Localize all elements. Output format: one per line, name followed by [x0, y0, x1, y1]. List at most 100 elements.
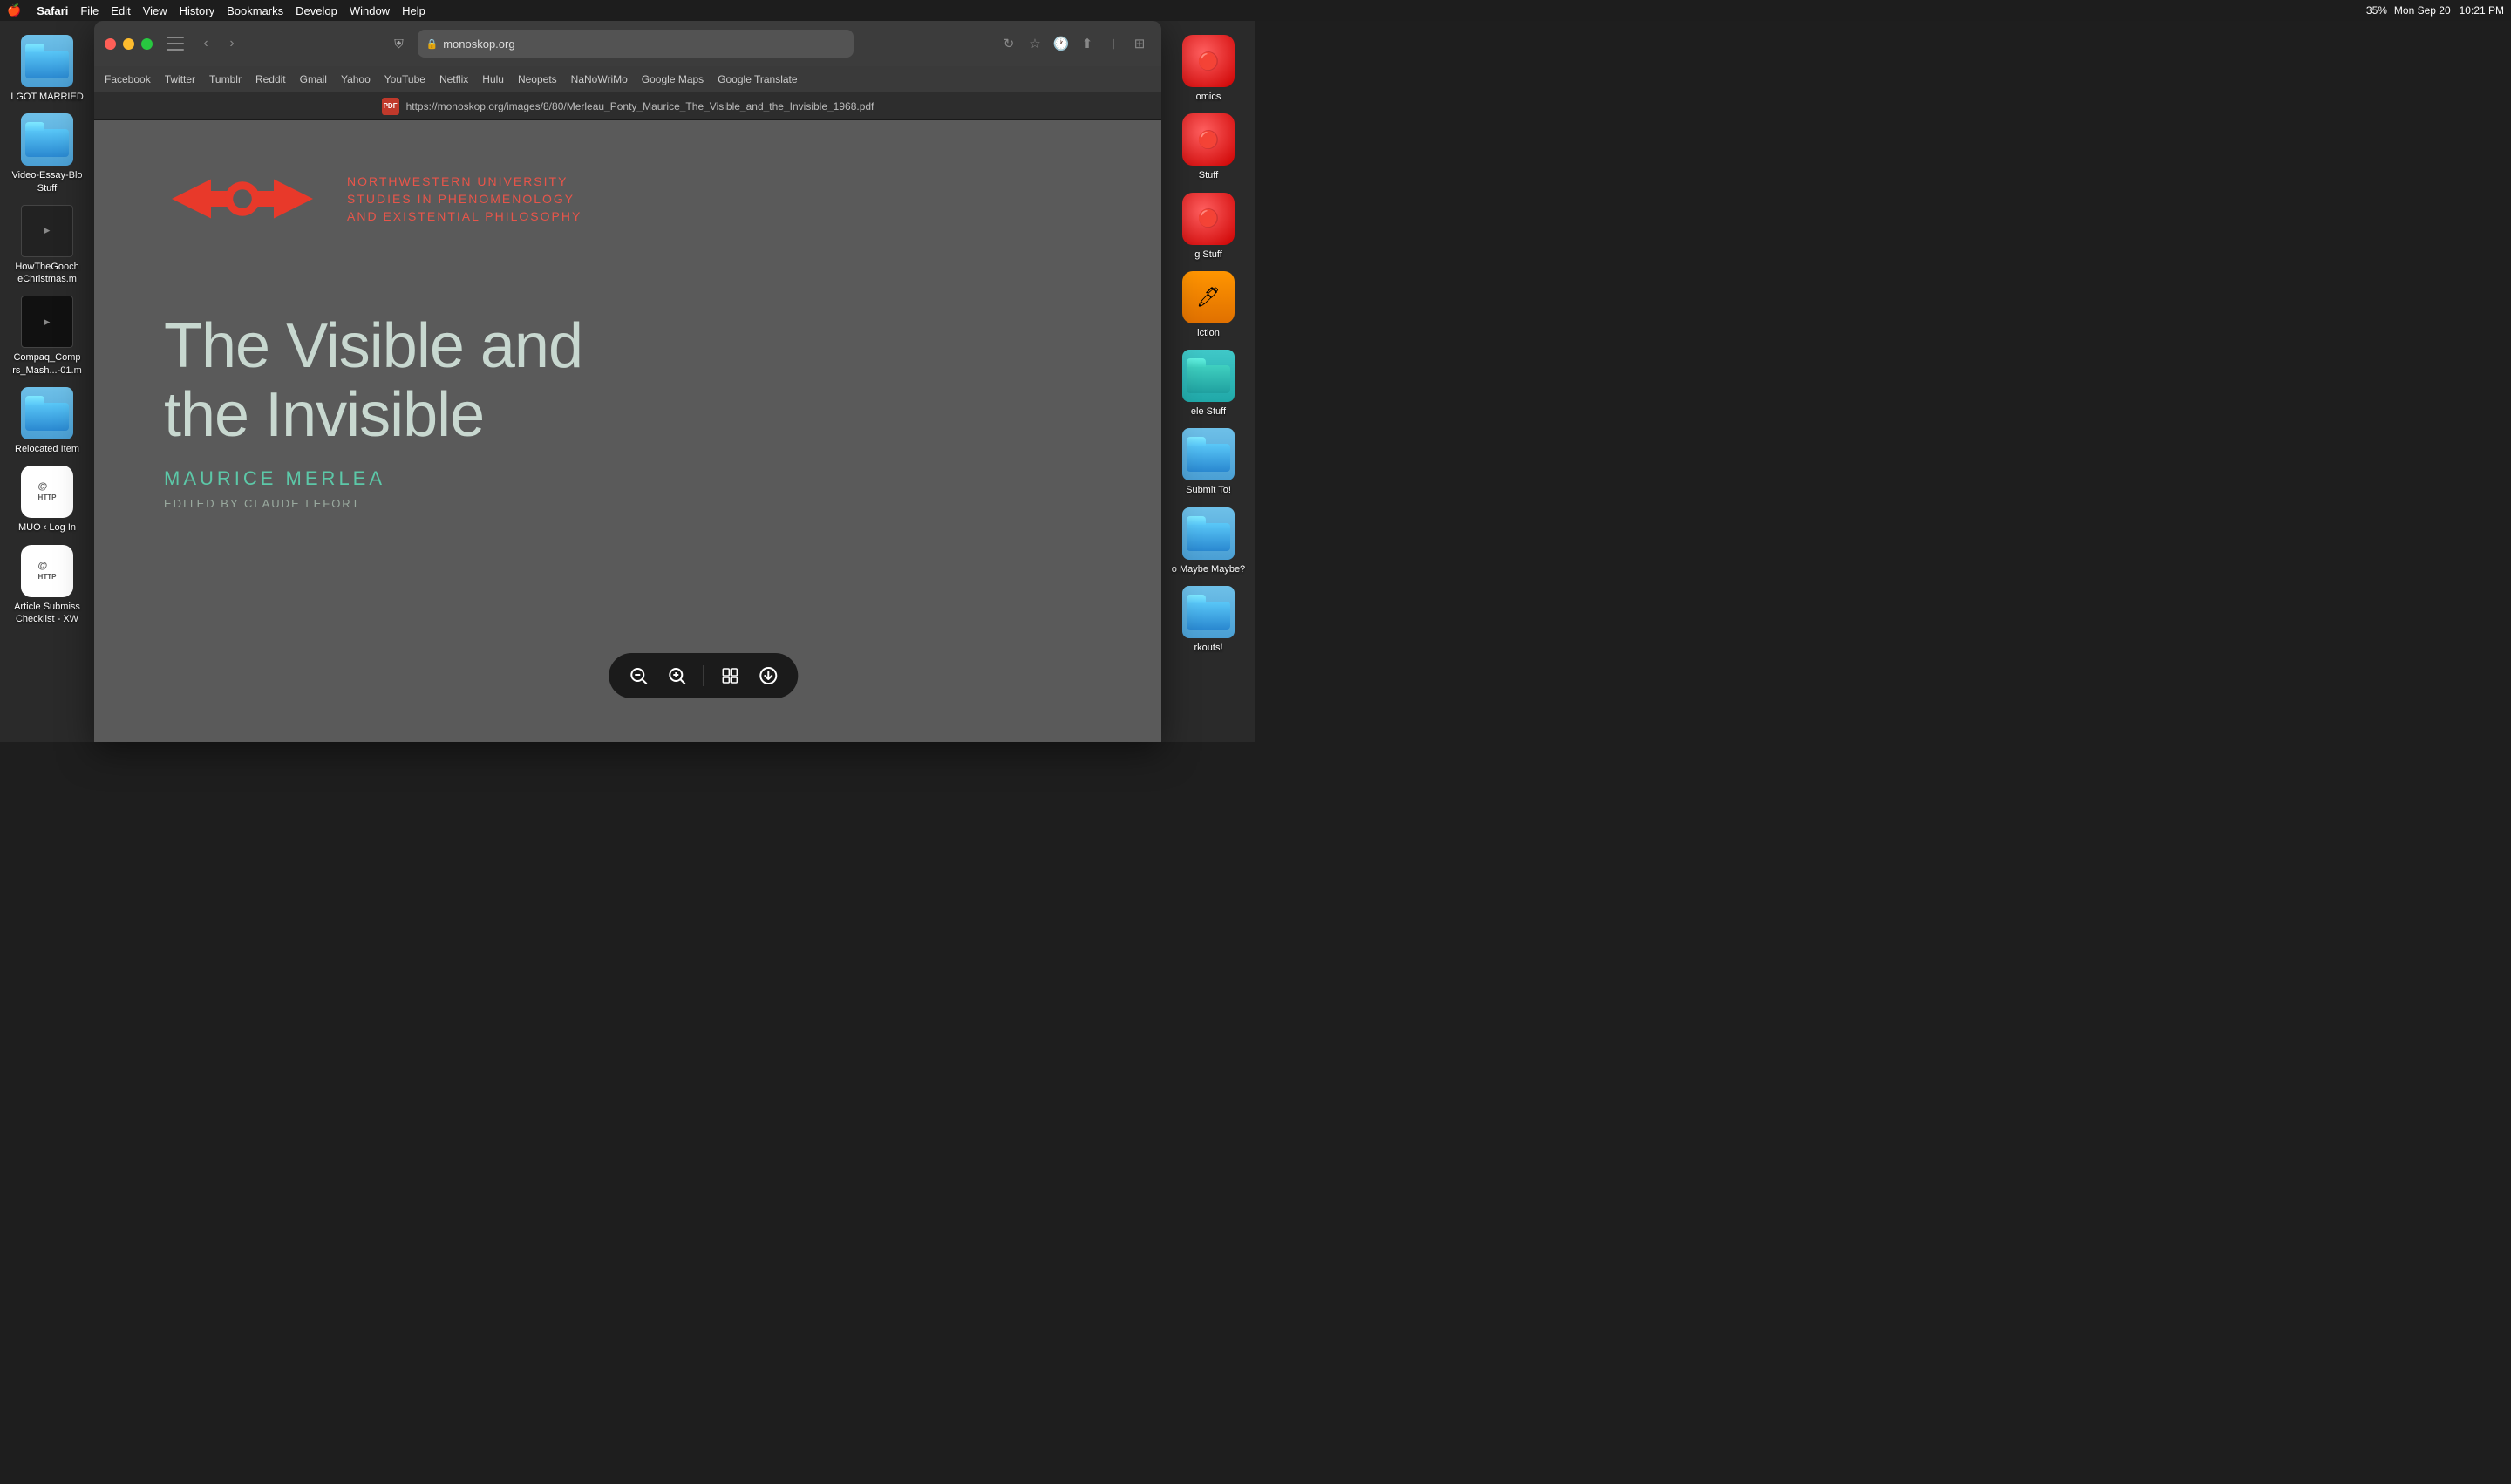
new-tab-button[interactable]: ＋: [1102, 32, 1125, 55]
bookmark-hulu[interactable]: Hulu: [482, 73, 504, 85]
bookmark-yahoo[interactable]: Yahoo: [341, 73, 371, 85]
privacy-shield-icon: ⛨: [388, 32, 411, 55]
desktop-icon-fiction[interactable]: 🖊 iction: [1165, 266, 1252, 344]
tabs-button[interactable]: ⊞: [1128, 32, 1151, 55]
title-line1: The Visible and: [164, 312, 582, 381]
publisher-line3: AND EXISTENTIAL PHILOSOPHY: [347, 209, 582, 223]
desktop-icon-compaq[interactable]: ▶ Compaq_Comp rs_Mash...-01.m: [3, 290, 91, 382]
bookmark-neopets[interactable]: Neopets: [518, 73, 557, 85]
icon-label: o Maybe Maybe?: [1172, 563, 1245, 575]
address-text: monoskop.org: [443, 37, 514, 51]
desktop-icon-relocateditem[interactable]: Relocated Item: [3, 382, 91, 460]
zoom-out-button[interactable]: [623, 660, 654, 691]
bookmark-button[interactable]: ☆: [1024, 32, 1046, 55]
bookmark-reddit[interactable]: Reddit: [255, 73, 286, 85]
thumbnail-icon: ▶: [21, 205, 73, 257]
history-button[interactable]: 🕐: [1050, 32, 1072, 55]
menubar-edit[interactable]: Edit: [111, 4, 130, 17]
battery-indicator: 35%: [2366, 4, 2387, 17]
sidebar-toggle-button[interactable]: [167, 37, 184, 51]
bookmark-gmail[interactable]: Gmail: [300, 73, 327, 85]
menubar: 🍎 Safari File Edit View History Bookmark…: [0, 0, 2511, 21]
folder-icon: [21, 387, 73, 439]
address-bar[interactable]: 🔒 monoskop.org: [418, 30, 854, 58]
desktop-icon-videoessay[interactable]: Video-Essay-Blo Stuff: [3, 108, 91, 200]
desktop-icons-left: I GOT MARRIED Video-Essay-Blo Stuff ▶ Ho…: [0, 21, 94, 742]
bookmark-nanowrimo[interactable]: NaNoWriMo: [571, 73, 628, 85]
pdf-url-bar: PDF https://monoskop.org/images/8/80/Mer…: [94, 92, 1161, 120]
desktop-icons-right: 🔴 omics 🔴 Stuff 🔴 g Stuff 🖊 iction: [1161, 21, 1256, 742]
book-title: The Visible and the Invisible: [164, 312, 582, 450]
desktop-icon-comics[interactable]: 🔴 omics: [1165, 30, 1252, 108]
page-view-button[interactable]: [714, 660, 745, 691]
publisher-text: NORTHWESTERN UNIVERSITY STUDIES IN PHENO…: [347, 174, 582, 223]
pdf-url-text: https://monoskop.org/images/8/80/Merleau…: [406, 100, 874, 112]
pdf-content[interactable]: NORTHWESTERN UNIVERSITY STUDIES IN PHENO…: [94, 120, 1161, 742]
reload-button[interactable]: ↻: [997, 32, 1020, 55]
book-editor: EDITED BY CLAUDE LEFORT: [164, 497, 360, 510]
pdf-toolbar: [609, 653, 798, 698]
menubar-file[interactable]: File: [80, 4, 99, 17]
desktop: I GOT MARRIED Video-Essay-Blo Stuff ▶ Ho…: [0, 21, 1256, 742]
icon-label: rkouts!: [1194, 642, 1222, 654]
folder-icon: [1182, 507, 1235, 560]
bookmark-tumblr[interactable]: Tumblr: [209, 73, 242, 85]
titlebar-actions: ↻ ☆ 🕐 ⬆ ＋ ⊞: [997, 32, 1151, 55]
icon-label: Submit To!: [1186, 484, 1231, 496]
titlebar: ‹ › ⛨ 🔒 monoskop.org ↻ ☆ 🕐 ⬆ ＋ ⊞: [94, 21, 1161, 66]
menubar-window[interactable]: Window: [350, 4, 390, 17]
download-button[interactable]: [752, 660, 784, 691]
bookmark-googletranslate[interactable]: Google Translate: [718, 73, 797, 85]
bookmark-googlemaps[interactable]: Google Maps: [642, 73, 704, 85]
address-bar-container: ⛨ 🔒 monoskop.org: [250, 30, 990, 58]
lock-icon: 🔒: [426, 38, 439, 50]
icon-label: Relocated Item: [15, 443, 79, 455]
menubar-develop[interactable]: Develop: [296, 4, 337, 17]
title-line2: the Invisible: [164, 381, 582, 450]
close-button[interactable]: [105, 38, 116, 50]
menubar-bookmarks[interactable]: Bookmarks: [227, 4, 283, 17]
apple-menu[interactable]: 🍎: [7, 3, 21, 17]
zoom-in-button[interactable]: [661, 660, 692, 691]
menubar-history[interactable]: History: [180, 4, 214, 17]
menubar-app-name[interactable]: Safari: [37, 4, 68, 17]
maximize-button[interactable]: [141, 38, 153, 50]
menubar-left: 🍎 Safari File Edit View History Bookmark…: [7, 3, 425, 17]
menubar-view[interactable]: View: [143, 4, 167, 17]
desktop-icon-howthegooch[interactable]: ▶ HowTheGooch eChristmas.m: [3, 200, 91, 291]
desktop-icon-submitto[interactable]: Submit To!: [1165, 423, 1252, 501]
datetime: Mon Sep 20 10:21 PM: [2394, 4, 2504, 17]
app-icon: 🖊: [1182, 271, 1235, 323]
icon-label: g Stuff: [1194, 248, 1222, 261]
bookmark-youtube[interactable]: YouTube: [384, 73, 425, 85]
menubar-help[interactable]: Help: [402, 4, 425, 17]
icon-label: ele Stuff: [1191, 405, 1226, 418]
icon-label: MUO ‹ Log In: [18, 521, 76, 534]
bookmark-facebook[interactable]: Facebook: [105, 73, 151, 85]
icon-label: I GOT MARRIED: [10, 91, 84, 103]
book-author: MAURICE MERLEA: [164, 467, 385, 490]
bookmark-netflix[interactable]: Netflix: [439, 73, 468, 85]
desktop-icon-gstuff[interactable]: 🔴 g Stuff: [1165, 187, 1252, 266]
publisher-line1: NORTHWESTERN UNIVERSITY: [347, 174, 582, 188]
back-button[interactable]: ‹: [194, 32, 217, 55]
desktop-icon-elestuff[interactable]: ele Stuff: [1165, 344, 1252, 423]
share-button[interactable]: ⬆: [1076, 32, 1099, 55]
desktop-icon-articlesubmiss[interactable]: @HTTP Article Submiss Checklist - XW: [3, 540, 91, 631]
pdf-page: NORTHWESTERN UNIVERSITY STUDIES IN PHENO…: [94, 120, 1161, 742]
desktop-icon-muo[interactable]: @HTTP MUO ‹ Log In: [3, 460, 91, 539]
http-icon: @HTTP: [21, 545, 73, 597]
icon-label: Compaq_Comp rs_Mash...-01.m: [7, 351, 87, 377]
minimize-button[interactable]: [123, 38, 134, 50]
folder-icon: [21, 113, 73, 166]
desktop-icon-stuff[interactable]: 🔴 Stuff: [1165, 108, 1252, 187]
forward-button[interactable]: ›: [221, 32, 243, 55]
bookmark-twitter[interactable]: Twitter: [165, 73, 195, 85]
desktop-icon-rkouts[interactable]: rkouts!: [1165, 581, 1252, 659]
folder-icon: [1182, 350, 1235, 402]
desktop-icon-igotmarried[interactable]: I GOT MARRIED: [3, 30, 91, 108]
desktop-icon-omaybe[interactable]: o Maybe Maybe?: [1165, 502, 1252, 581]
pdf-file-icon: PDF: [382, 98, 399, 115]
nu-logo: [164, 155, 321, 242]
publisher-area: NORTHWESTERN UNIVERSITY STUDIES IN PHENO…: [164, 155, 582, 242]
